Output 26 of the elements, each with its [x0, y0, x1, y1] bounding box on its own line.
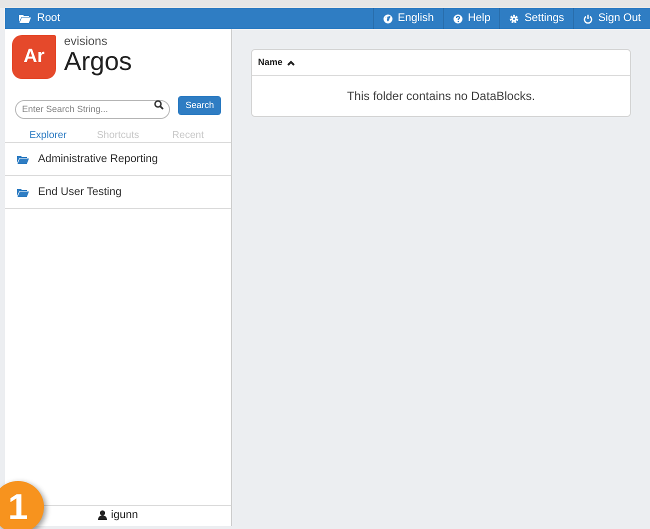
- settings-icon: [509, 14, 520, 24]
- help-icon: [452, 14, 463, 24]
- username: igunn: [111, 508, 138, 523]
- company-name: evisions: [64, 35, 108, 47]
- search-button[interactable]: Search: [178, 96, 221, 115]
- folder-icon: [17, 188, 29, 196]
- empty-message: This folder contains no DataBlocks.: [346, 88, 536, 105]
- folder-icon: [17, 154, 29, 164]
- sidebar-tab[interactable]: Explorer: [13, 129, 83, 142]
- menu-button[interactable]: Help: [442, 8, 500, 29]
- power-icon: [583, 14, 594, 24]
- menu-button[interactable]: Settings: [499, 8, 574, 29]
- folder-item[interactable]: Administrative Reporting: [5, 143, 231, 176]
- folder-item[interactable]: End User Testing: [5, 176, 231, 209]
- step-badge: 1: [0, 481, 44, 529]
- user-icon: [98, 510, 108, 520]
- search-icon: [154, 100, 164, 110]
- logo-mark: Ar: [12, 35, 56, 79]
- search-field[interactable]: Enter Search String...: [15, 100, 170, 118]
- menu-button[interactable]: Sign Out: [573, 8, 650, 29]
- globe-icon: [382, 14, 393, 24]
- column-header[interactable]: Name: [258, 56, 295, 70]
- product-name: Argos: [64, 48, 132, 74]
- breadcrumb-link[interactable]: Root: [37, 10, 60, 27]
- menu-button[interactable]: English: [372, 8, 443, 29]
- folder-icon: [19, 14, 31, 23]
